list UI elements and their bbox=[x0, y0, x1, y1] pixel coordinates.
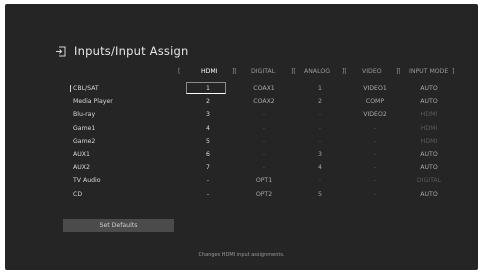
cell-video: - bbox=[373, 151, 377, 158]
cell-analog: 3 bbox=[318, 151, 322, 158]
table-row[interactable]: CBL/SAT 1 COAX1 1 VIDEO1 AUTO bbox=[5, 82, 478, 95]
column-header-video: VIDEO bbox=[362, 68, 382, 75]
table-row[interactable]: Game2 5 - - - HDMI bbox=[5, 135, 478, 148]
cell-analog: - bbox=[318, 124, 322, 132]
cell-input-mode: DIGITAL bbox=[416, 177, 442, 185]
cell-digital: - bbox=[262, 111, 266, 119]
table-row[interactable]: CD - OPT2 5 - AUTO bbox=[5, 188, 478, 201]
cell-digital: COAX1 bbox=[253, 85, 275, 92]
column-bracket: ][ bbox=[232, 68, 237, 75]
cell-digital: - bbox=[262, 137, 266, 145]
column-bracket: ][ bbox=[291, 68, 296, 75]
settings-screen: Inputs/Input Assign [ HDMI ][ DIGITAL ][… bbox=[5, 4, 478, 270]
cell-digital: - bbox=[262, 151, 266, 158]
row-label: Game1 bbox=[73, 124, 96, 132]
row-label: TV Audio bbox=[73, 177, 101, 185]
input-icon bbox=[56, 46, 66, 56]
cell-analog: 2 bbox=[318, 98, 322, 106]
column-bracket: [ bbox=[178, 68, 181, 75]
cell-analog: - bbox=[318, 137, 322, 145]
cell-hdmi[interactable]: - bbox=[207, 191, 209, 198]
table-row[interactable]: AUX1 6 - 3 - AUTO bbox=[5, 148, 478, 161]
page-title: Inputs/Input Assign bbox=[74, 44, 189, 58]
cell-input-mode: AUTO bbox=[420, 190, 438, 198]
page-header: Inputs/Input Assign bbox=[55, 43, 189, 59]
cell-video: - bbox=[373, 164, 377, 172]
set-defaults-button[interactable]: Set Defaults bbox=[63, 219, 174, 232]
row-label: AUX1 bbox=[73, 151, 90, 158]
cell-hdmi[interactable]: 5 bbox=[206, 138, 210, 145]
cell-digital: - bbox=[262, 124, 266, 132]
cell-hdmi[interactable]: 6 bbox=[206, 151, 210, 158]
cell-input-mode: HDMI bbox=[420, 124, 438, 132]
cell-digital: OPT2 bbox=[255, 190, 273, 198]
row-label: CBL/SAT bbox=[73, 85, 99, 92]
cell-video: COMP bbox=[365, 98, 385, 106]
cell-analog: 1 bbox=[318, 85, 322, 92]
column-header-input-mode: INPUT MODE bbox=[409, 68, 449, 75]
cell-input-mode: AUTO bbox=[420, 85, 438, 92]
cell-input-mode: HDMI bbox=[420, 137, 438, 145]
cell-digital: OPT1 bbox=[255, 177, 273, 185]
table-row[interactable]: Media Player 2 COAX2 2 COMP AUTO bbox=[5, 95, 478, 108]
cell-input-mode: AUTO bbox=[420, 151, 438, 158]
column-header-digital: DIGITAL bbox=[251, 68, 276, 75]
cell-hdmi[interactable]: 2 bbox=[206, 98, 210, 105]
cell-analog: 5 bbox=[318, 190, 322, 198]
cell-analog: - bbox=[318, 177, 322, 185]
cell-input-mode: AUTO bbox=[420, 164, 438, 172]
cell-hdmi[interactable]: 3 bbox=[206, 111, 210, 118]
selection-marker bbox=[70, 85, 71, 92]
cell-digital: COAX2 bbox=[253, 98, 275, 106]
help-hint: Changes HDMI input assignments. bbox=[198, 252, 285, 258]
table-row[interactable]: AUX2 7 - 4 - AUTO bbox=[5, 161, 478, 174]
column-bracket: ][ bbox=[342, 68, 347, 75]
column-bracket: ][ bbox=[396, 68, 401, 75]
row-label: Game2 bbox=[73, 137, 96, 145]
cell-hdmi[interactable]: - bbox=[207, 177, 209, 184]
cell-video: - bbox=[373, 137, 377, 145]
cell-video: VIDEO1 bbox=[363, 85, 387, 92]
cell-video: VIDEO2 bbox=[363, 111, 387, 119]
row-label: CD bbox=[73, 190, 83, 198]
cell-video: - bbox=[373, 190, 377, 198]
table-row[interactable]: Game1 4 - - - HDMI bbox=[5, 122, 478, 135]
cell-analog: - bbox=[318, 111, 322, 119]
cell-hdmi[interactable]: 4 bbox=[206, 125, 210, 132]
cell-input-mode: AUTO bbox=[420, 98, 438, 106]
cell-analog: 4 bbox=[318, 164, 322, 172]
table-row[interactable]: Blu-ray 3 - - VIDEO2 HDMI bbox=[5, 108, 478, 121]
row-label: Media Player bbox=[73, 98, 113, 106]
table-row[interactable]: TV Audio - OPT1 - - DIGITAL bbox=[5, 174, 478, 187]
cell-video: - bbox=[373, 124, 377, 132]
column-bracket: ] bbox=[452, 68, 455, 75]
cell-hdmi[interactable]: 1 bbox=[206, 85, 210, 92]
cell-hdmi[interactable]: 7 bbox=[206, 164, 210, 171]
column-header-analog: ANALOG bbox=[304, 68, 330, 75]
cell-digital: - bbox=[262, 164, 266, 172]
row-label: Blu-ray bbox=[73, 111, 96, 119]
cell-input-mode: HDMI bbox=[420, 111, 438, 119]
row-label: AUX2 bbox=[73, 164, 90, 172]
cell-video: - bbox=[373, 177, 377, 185]
column-header-hdmi: HDMI bbox=[201, 68, 218, 75]
